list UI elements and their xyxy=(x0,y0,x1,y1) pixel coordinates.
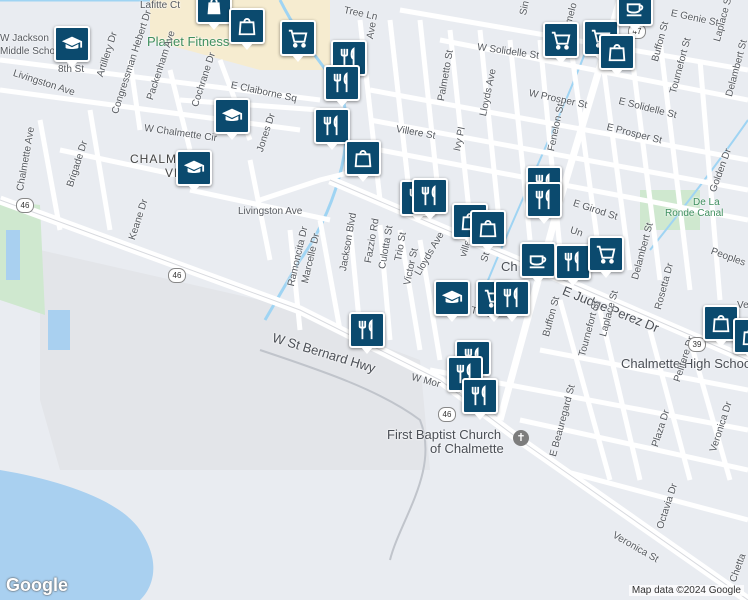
marker-bag-top-right[interactable] xyxy=(599,34,635,76)
restaurant-icon xyxy=(535,189,550,210)
bag-icon xyxy=(238,17,256,36)
route-46-shield-west: 46 xyxy=(16,198,34,213)
marker-school-jackson[interactable] xyxy=(54,26,90,68)
map-attribution[interactable]: Map data ©2024 Google xyxy=(628,585,744,596)
marker-cart-top[interactable] xyxy=(280,20,316,62)
bag-icon xyxy=(712,314,730,333)
marker-restaurant-trist[interactable] xyxy=(494,280,530,322)
de-la-ronde-canal-label-2: Ronde Canal xyxy=(665,208,724,219)
marker-restaurant-hwy[interactable] xyxy=(349,312,385,354)
marker-school-claiborne[interactable] xyxy=(214,98,250,140)
route-46-shield-center: 46 xyxy=(168,268,186,283)
cart-icon xyxy=(551,31,571,50)
marker-restaurant-mor-3[interactable] xyxy=(462,378,498,420)
map-canvas[interactable]: Planet Fitness CHALMETTE VISTA Livingsto… xyxy=(0,0,748,600)
marker-cafe-center[interactable] xyxy=(520,242,556,284)
bag-icon xyxy=(479,219,497,238)
cart-icon xyxy=(288,29,308,48)
google-logo: Google xyxy=(6,575,68,595)
restaurant-icon xyxy=(323,115,338,136)
de-la-ronde-canal-label: De La xyxy=(693,197,720,208)
restaurant-icon xyxy=(471,385,486,406)
marker-shop-top-2[interactable] xyxy=(229,8,265,50)
bag-icon xyxy=(354,149,372,168)
first-baptist-label-2[interactable]: of Chalmette xyxy=(430,441,504,456)
bag-icon xyxy=(742,329,748,346)
cart-icon xyxy=(596,245,616,264)
marker-school-trist[interactable] xyxy=(434,280,470,322)
planet-fitness-label[interactable]: Planet Fitness xyxy=(147,34,229,49)
marker-shop-lloyds-2[interactable] xyxy=(470,210,506,252)
first-baptist-label[interactable]: First Baptist Church xyxy=(387,427,501,442)
route-46-shield-south: 46 xyxy=(438,407,456,422)
marker-restaurant-girod-2[interactable] xyxy=(526,182,562,224)
school-icon xyxy=(183,160,205,174)
restaurant-icon xyxy=(333,72,348,93)
bag-icon xyxy=(608,43,626,62)
restaurant-icon xyxy=(358,319,373,340)
cafe-icon xyxy=(626,3,644,17)
shopping-icon xyxy=(207,0,221,15)
marker-school-vista[interactable] xyxy=(176,150,212,192)
restaurant-icon xyxy=(564,251,579,272)
cafe-icon xyxy=(529,255,547,269)
marker-restaurant-planet-2[interactable] xyxy=(324,65,360,107)
marker-restaurant-center[interactable] xyxy=(555,244,591,286)
marker-shop-jackson[interactable] xyxy=(345,140,381,182)
restaurant-icon xyxy=(421,185,436,206)
marker-restaurant-culotta-2[interactable] xyxy=(412,178,448,220)
school-icon xyxy=(221,108,243,122)
school-icon xyxy=(441,290,463,304)
marker-bag-right-2[interactable] xyxy=(733,318,748,360)
marker-cart-top-right[interactable] xyxy=(543,22,579,64)
jackson-middle-label[interactable]: W Jackson xyxy=(0,33,49,44)
street-livingston-ave: Livingston Ave xyxy=(238,206,303,217)
school-icon xyxy=(61,36,83,50)
marker-cart-center[interactable] xyxy=(588,236,624,278)
chalmette-label-center: Ch xyxy=(501,259,518,274)
marker-restaurant-claiborne[interactable] xyxy=(314,108,350,150)
map-base xyxy=(0,0,748,600)
marker-cafe-top-right[interactable] xyxy=(617,0,653,32)
church-icon[interactable]: ✝ xyxy=(513,430,529,446)
restaurant-icon xyxy=(503,287,518,308)
marker-shop-top-1[interactable] xyxy=(196,0,232,30)
